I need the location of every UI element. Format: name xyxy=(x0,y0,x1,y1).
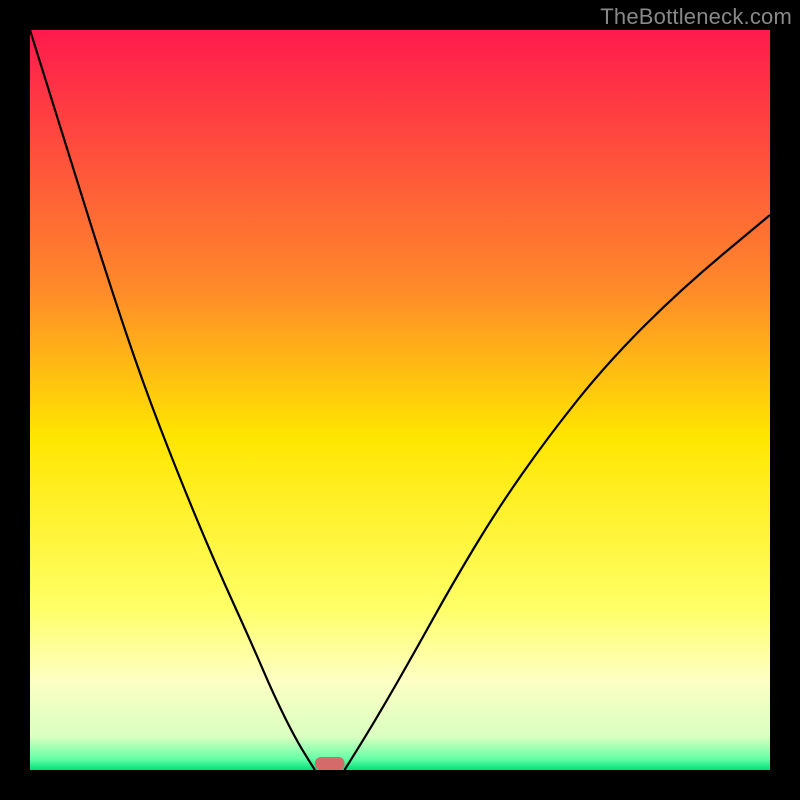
chart-frame: TheBottleneck.com xyxy=(0,0,800,800)
watermark-text: TheBottleneck.com xyxy=(600,4,792,30)
plot-area xyxy=(30,30,770,770)
gradient-background xyxy=(30,30,770,770)
bottleneck-marker xyxy=(315,757,345,770)
chart-svg xyxy=(30,30,770,770)
